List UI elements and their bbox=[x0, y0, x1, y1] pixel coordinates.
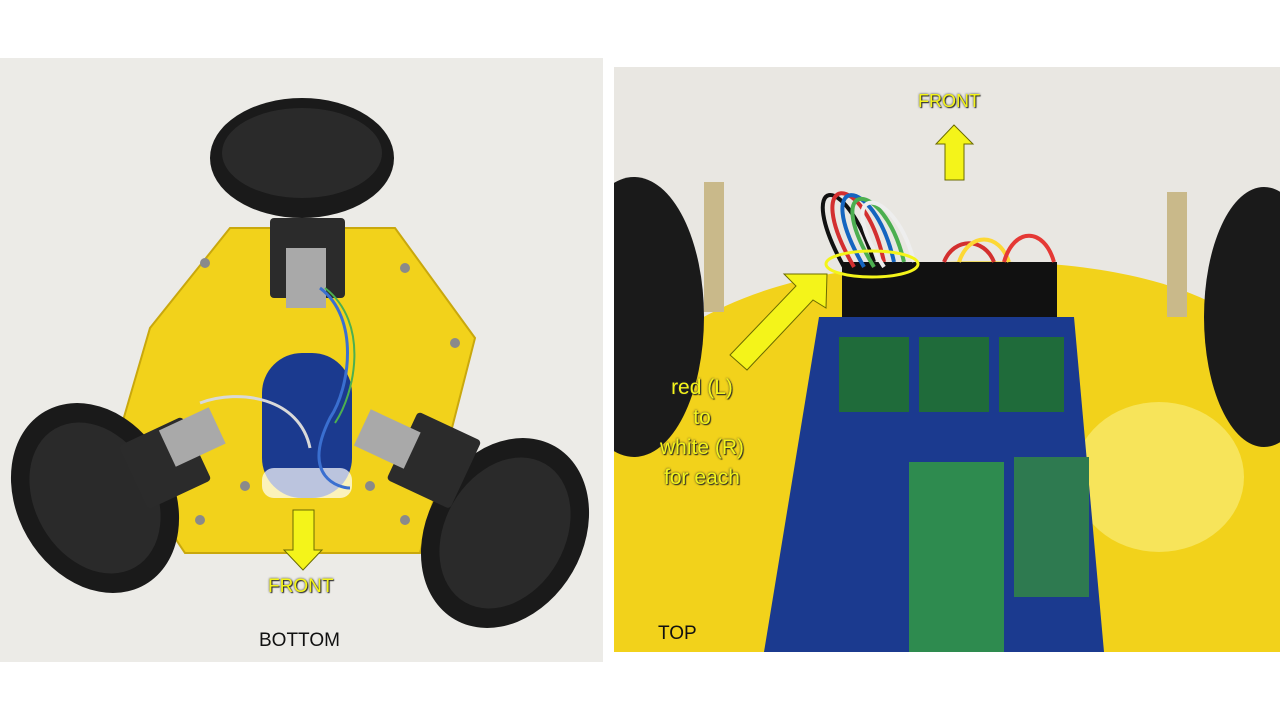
sensor-board bbox=[1014, 457, 1089, 597]
pico-board bbox=[909, 462, 1004, 652]
top-caption: TOP bbox=[658, 623, 697, 644]
header-connector bbox=[842, 262, 1057, 317]
bottom-view-drawing bbox=[10, 98, 590, 628]
bottom-front-label: FRONT bbox=[268, 576, 334, 597]
wiring-note-line: for each bbox=[664, 466, 740, 489]
wiring-note-line: red (L) bbox=[671, 376, 733, 399]
standoff-right bbox=[1167, 192, 1187, 317]
wiring-note-line: to bbox=[693, 406, 711, 429]
standoff-left bbox=[704, 182, 724, 312]
wiring-note-line: white (R) bbox=[659, 436, 744, 459]
motor-driver-modules bbox=[839, 337, 1064, 412]
top-view-photo: FRONT red (L) to white (R) for each TOP bbox=[614, 67, 1280, 652]
encoder-wires bbox=[820, 191, 1056, 269]
top-front-label: FRONT bbox=[918, 91, 980, 111]
bottom-caption: BOTTOM bbox=[259, 630, 340, 651]
front-arrow-up bbox=[934, 124, 975, 181]
top-view-drawing bbox=[614, 124, 1280, 652]
wiring-note: red (L) to white (R) for each bbox=[632, 373, 772, 493]
bottom-view-photo: FRONT BOTTOM bbox=[0, 58, 603, 662]
